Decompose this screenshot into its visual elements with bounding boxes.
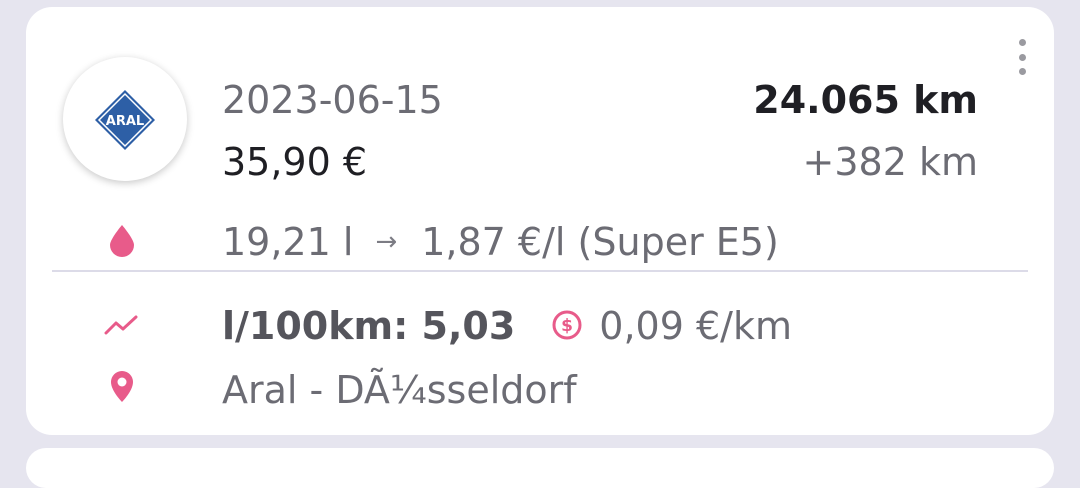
entry-price: 35,90 € (222, 140, 368, 184)
trending-icon (102, 311, 142, 343)
station-name: Aral - DÃ¼sseldorf (222, 368, 577, 412)
divider (52, 270, 1028, 272)
dollar-circle-icon: $ (551, 309, 583, 344)
consumption-value: l/100km: 5,03 (222, 304, 516, 348)
price-per-liter: 1,87 €/l (Super E5) (421, 220, 779, 264)
entry-date: 2023-06-15 (222, 78, 443, 122)
fuel-row: 19,21 l → 1,87 €/l (Super E5) (222, 223, 779, 261)
location-pin-icon (108, 369, 136, 409)
consumption-row: l/100km: 5,03 $ 0,09 €/km (222, 307, 792, 345)
distance-delta: +382 km (802, 140, 978, 184)
more-options-icon[interactable] (1012, 39, 1032, 75)
fuel-amount: 19,21 l (222, 220, 354, 264)
aral-logo-icon: ARAL (95, 90, 155, 150)
station-logo: ARAL (63, 57, 187, 181)
aral-logo-text: ARAL (106, 114, 144, 129)
odometer-value: 24.065 km (753, 78, 978, 122)
drop-icon (106, 223, 138, 261)
arrow-icon: → (375, 227, 398, 257)
fuel-entry-card[interactable]: ARAL 2023-06-15 35,90 € 24.065 km +382 k… (26, 7, 1054, 435)
cost-per-km: 0,09 €/km (599, 304, 792, 348)
next-entry-card[interactable] (26, 448, 1054, 488)
svg-text:$: $ (561, 316, 573, 336)
